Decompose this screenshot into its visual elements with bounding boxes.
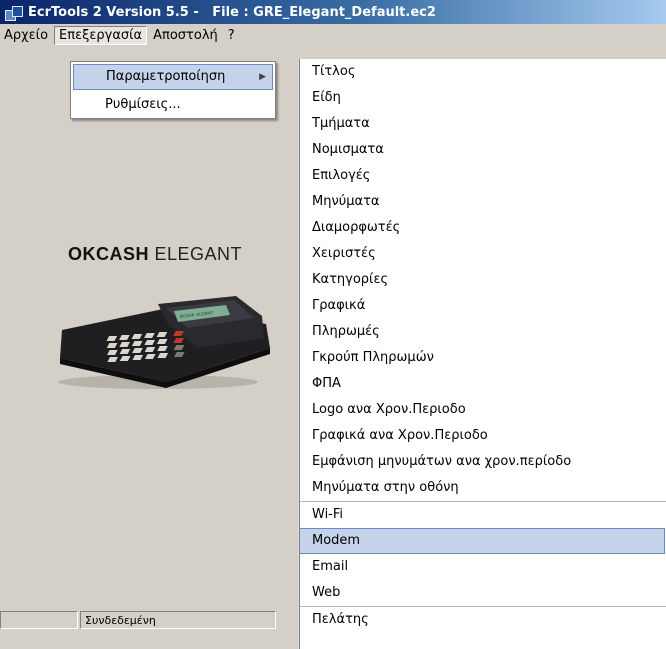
status-cell-empty	[0, 611, 78, 629]
submenu-item-payment-groups[interactable]: Γκρούπ Πληρωμών	[300, 345, 666, 371]
cash-register-image: OKCASH ELEGANT	[58, 296, 270, 389]
submenu-item-messages[interactable]: Μηνύματα	[300, 189, 666, 215]
menu-item-settings-label: Ρυθμίσεις...	[105, 97, 181, 112]
menu-edit[interactable]: Επεξεργασία	[54, 25, 148, 45]
submenu-item-payments[interactable]: Πληρωμές	[300, 319, 666, 345]
menu-item-parameterization[interactable]: Παραμετροποίηση ▶	[73, 64, 273, 90]
submenu-arrow-icon: ▶	[259, 72, 266, 82]
submenu-item-customer[interactable]: Πελάτης	[300, 607, 666, 633]
brand-regular: ELEGANT	[149, 244, 243, 264]
submenu-item-graphics[interactable]: Γραφικά	[300, 293, 666, 319]
submenu-item-logo-period[interactable]: Logo ανα Χρον.Περιοδο	[300, 397, 666, 423]
submenu-item-options[interactable]: Επιλογές	[300, 163, 666, 189]
menu-send[interactable]: Αποστολή	[149, 26, 222, 45]
menu-file[interactable]: Αρχείο	[0, 26, 52, 45]
title-bar: EcrTools 2 Version 5.5 - File : GRE_Eleg…	[0, 0, 666, 24]
brand-bold: OKCASH	[68, 244, 150, 264]
submenu-item-email[interactable]: Email	[300, 554, 666, 580]
menu-item-parameterization-label: Παραμετροποίηση	[106, 69, 226, 84]
submenu-item-operators[interactable]: Χειριστές	[300, 241, 666, 267]
app-icon	[5, 5, 25, 21]
window-title: EcrTools 2 Version 5.5 - File : GRE_Eleg…	[28, 4, 436, 20]
submenu-item-departments[interactable]: Τμήματα	[300, 111, 666, 137]
submenu-item-modifiers[interactable]: Διαμορφωτές	[300, 215, 666, 241]
menu-item-settings[interactable]: Ρυθμίσεις...	[73, 92, 273, 118]
submenu-item-screen-messages[interactable]: Μηνύματα στην οθόνη	[300, 475, 666, 501]
menu-bar: Αρχείο Επεξεργασία Αποστολή ?	[0, 24, 666, 47]
submenu-item-messages-period[interactable]: Εμφάνιση μηνυμάτων ανα χρον.περίοδο	[300, 449, 666, 475]
submenu-item-title[interactable]: Τίτλος	[300, 59, 666, 85]
submenu-item-vat[interactable]: ΦΠΑ	[300, 371, 666, 397]
submenu-item-web[interactable]: Web	[300, 580, 666, 606]
submenu-item-modem[interactable]: Modem	[300, 528, 665, 554]
parameterization-submenu: Τίτλος Είδη Τμήματα Νομισματα Επιλογές Μ…	[299, 59, 666, 649]
status-bar: Συνδεδεμένη	[0, 608, 278, 632]
edit-dropdown-menu: Παραμετροποίηση ▶ Ρυθμίσεις...	[70, 61, 276, 119]
submenu-item-categories[interactable]: Κατηγορίες	[300, 267, 666, 293]
menu-help[interactable]: ?	[224, 26, 239, 45]
submenu-item-graphics-period[interactable]: Γραφικά ανα Χρον.Περιοδο	[300, 423, 666, 449]
product-logo: OKCASH ELEGANT	[68, 244, 242, 265]
submenu-item-items[interactable]: Είδη	[300, 85, 666, 111]
submenu-item-currencies[interactable]: Νομισματα	[300, 137, 666, 163]
submenu-item-wifi[interactable]: Wi-Fi	[300, 502, 666, 528]
connection-status: Συνδεδεμένη	[80, 611, 276, 629]
